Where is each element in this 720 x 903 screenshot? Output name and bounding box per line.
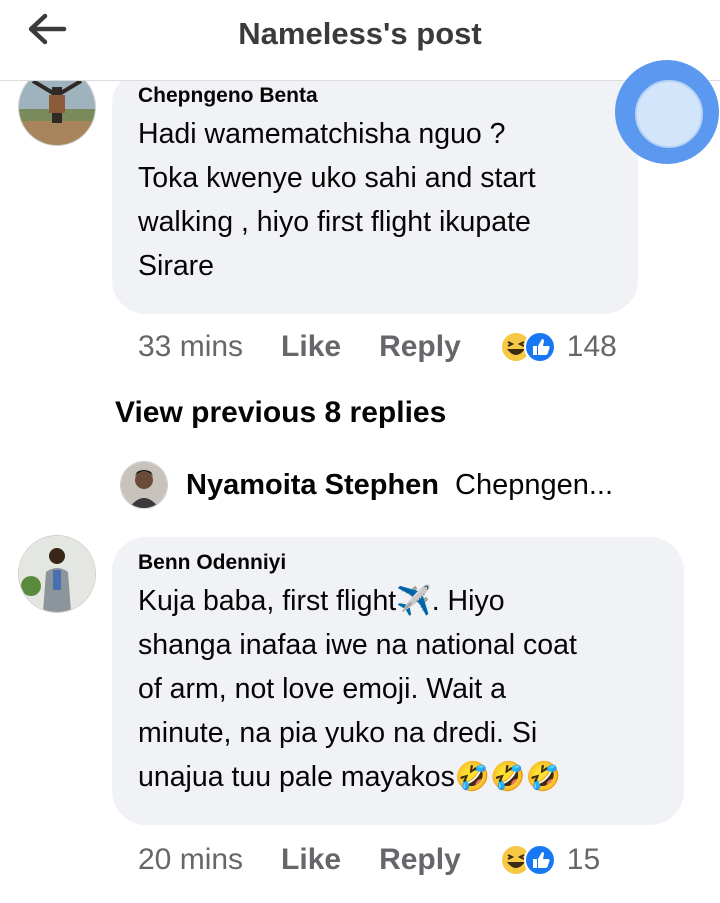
comment-line: shanga inafaa iwe na national coat [138, 629, 577, 661]
view-previous-replies[interactable]: View previous 8 replies [115, 396, 446, 430]
thumbs-up-icon [523, 844, 556, 876]
like-button[interactable]: Like [281, 330, 341, 364]
reply-snippet: Chepngen... [455, 468, 614, 501]
page-title: Nameless's post [238, 16, 482, 51]
reaction-count[interactable]: 148 [567, 330, 617, 364]
comment-line: unajua tuu pale mayakos🤣🤣🤣 [138, 761, 562, 793]
comment-line: Toka kwenye uko sahi and start [138, 162, 536, 194]
reply-author[interactable]: Nyamoita Stephen [186, 469, 439, 502]
avatar-photo [19, 536, 95, 612]
comment-actions: 33 mins Like Reply 148 [138, 330, 617, 364]
comment-line: of arm, not love emoji. Wait a [138, 673, 506, 705]
reply-button[interactable]: Reply [379, 330, 461, 364]
comment-actions: 20 mins Like Reply 15 [138, 843, 600, 877]
reply-preview[interactable]: Nyamoita Stephen Chepngen... [120, 461, 613, 509]
top-bar: Nameless's post [0, 0, 720, 81]
comment-author[interactable]: Benn Odenniyi [138, 551, 658, 575]
comment-line: minute, na pia yuko na dredi. Si [138, 717, 538, 749]
timestamp: 33 mins [138, 330, 244, 363]
avatar-photo [121, 462, 167, 508]
comment-bubble: Chepngeno Benta Hadi wamematchisha nguo … [112, 70, 638, 314]
like-button[interactable]: Like [281, 843, 341, 877]
comment-line: Hadi wamematchisha nguo ? [138, 118, 506, 150]
reactions[interactable] [499, 330, 557, 364]
reply-button[interactable]: Reply [379, 843, 461, 877]
comment-line: Kuja baba, first flight✈️. Hiyo [138, 585, 505, 617]
floating-action-button[interactable] [615, 60, 719, 164]
reactions[interactable] [499, 843, 557, 877]
comment-line: Sirare [138, 250, 215, 282]
thumbs-up-icon [523, 331, 556, 363]
bubble-icon [635, 80, 703, 148]
comment-bubble: Benn Odenniyi Kuja baba, first flight✈️.… [112, 537, 684, 825]
comment-line: walking , hiyo first flight ikupate [138, 206, 531, 238]
reaction-count[interactable]: 15 [567, 843, 600, 877]
comment-author[interactable]: Chepngeno Benta [138, 84, 612, 108]
avatar[interactable] [18, 535, 96, 613]
timestamp: 20 mins [138, 843, 244, 876]
avatar[interactable] [120, 461, 168, 509]
